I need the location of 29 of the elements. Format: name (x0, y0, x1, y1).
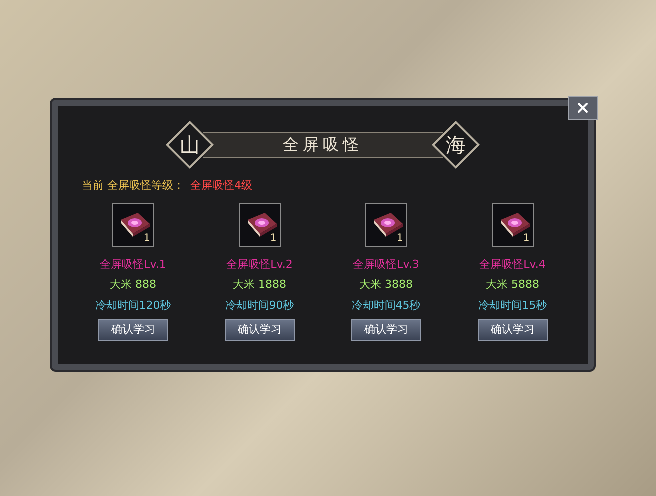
skill-name: 全屏吸怪Lv.2 (226, 256, 293, 272)
item-count: 1 (396, 232, 404, 246)
skill-name: 全屏吸怪Lv.1 (100, 256, 166, 272)
cooldown-text: 冷却时间90秒 (225, 298, 294, 314)
learn-button[interactable]: 确认学习 (478, 319, 548, 341)
skill-name: 全屏吸怪Lv.4 (480, 256, 546, 272)
skill-name: 全屏吸怪Lv.3 (353, 256, 420, 272)
cooldown-text: 冷却时间45秒 (352, 298, 421, 314)
item-slot[interactable]: 1 (238, 202, 281, 246)
learn-button[interactable]: 确认学习 (351, 319, 422, 341)
skill-cost: 大米 888 (110, 277, 156, 293)
close-icon (575, 100, 591, 116)
current-level-label: 当前 全屏吸怪等级： (82, 178, 184, 194)
cooldown-text: 冷却时间15秒 (478, 298, 548, 314)
cooldown-text: 冷却时间120秒 (95, 298, 172, 314)
skill-cost: 大米 1888 (233, 277, 286, 293)
item-slot[interactable]: 1 (365, 202, 408, 246)
learn-button[interactable]: 确认学习 (98, 319, 168, 341)
item-count: 1 (523, 232, 530, 246)
item-slot[interactable]: 1 (112, 202, 154, 246)
item-count: 1 (144, 232, 150, 246)
skill-cost: 大米 3888 (360, 277, 413, 293)
item-slot[interactable]: 1 (492, 202, 534, 246)
close-button[interactable] (568, 96, 598, 120)
learn-button[interactable]: 确认学习 (224, 319, 295, 341)
current-level-value: 全屏吸怪4级 (190, 178, 252, 194)
item-count: 1 (270, 232, 277, 246)
dialog-title: 全屏吸怪 (203, 132, 443, 158)
skill-cost: 大米 5888 (486, 277, 540, 293)
